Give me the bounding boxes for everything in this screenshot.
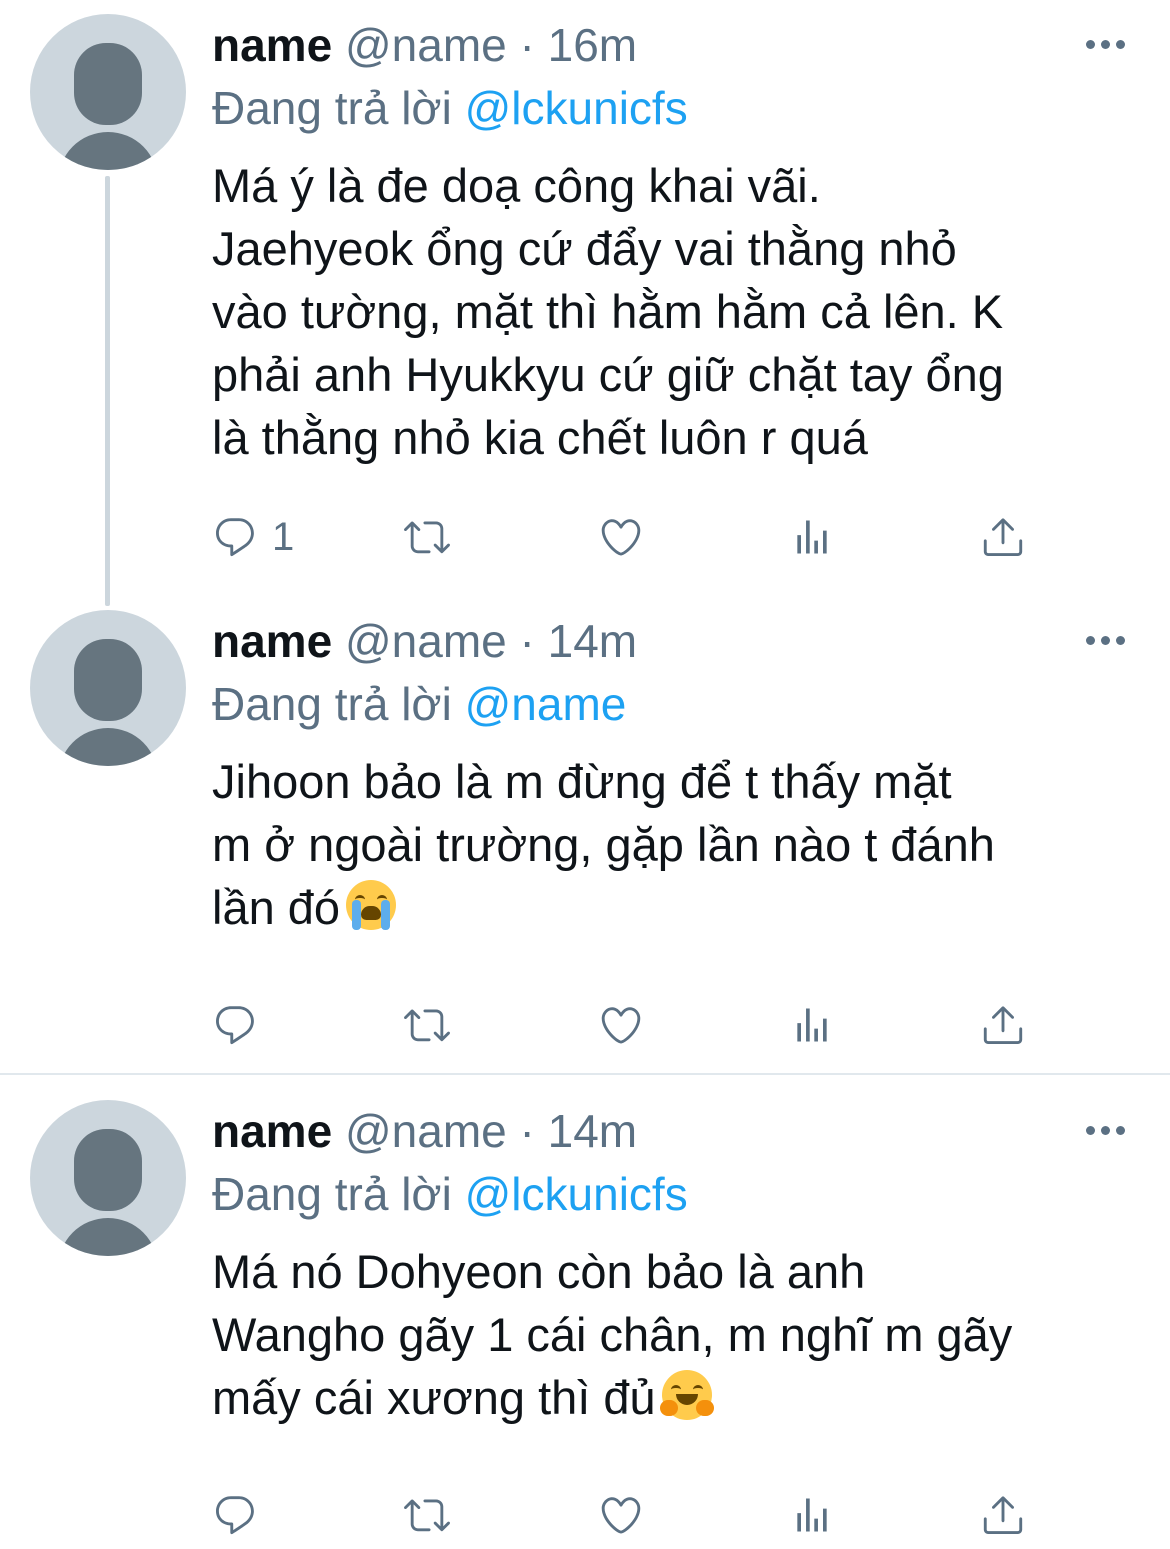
share-button[interactable] — [980, 1490, 1026, 1540]
thread-line — [105, 176, 110, 606]
avatar-body — [58, 132, 158, 170]
retweet-icon — [404, 521, 450, 554]
tweet-actions — [212, 1000, 1042, 1050]
display-name[interactable]: name — [212, 615, 332, 667]
separator: · — [519, 19, 535, 71]
tweet-actions: 1 — [212, 512, 1042, 562]
reply-button[interactable] — [212, 1000, 272, 1050]
like-icon — [601, 1007, 641, 1044]
retweet-button[interactable] — [398, 1490, 456, 1540]
like-button[interactable] — [597, 1000, 645, 1050]
replying-to-label: Đang trả lời — [212, 1168, 452, 1220]
replying-to-label: Đang trả lời — [212, 678, 452, 730]
replying-to-handle[interactable]: @name — [465, 678, 627, 730]
more-icon[interactable] — [1086, 1126, 1126, 1138]
avatar[interactable] — [30, 610, 186, 766]
replying-to-handle[interactable]: @lckunicfs — [465, 82, 688, 134]
tweet-header: name @name · 14m — [212, 1104, 637, 1158]
share-icon — [983, 1006, 1023, 1045]
handle[interactable]: @name — [345, 1105, 507, 1157]
timestamp[interactable]: 16m — [548, 19, 637, 71]
reply-icon — [216, 1496, 254, 1535]
retweet-icon — [404, 1009, 450, 1042]
analytics-icon — [797, 1498, 827, 1532]
avatar-body — [58, 1218, 158, 1256]
avatar-head — [74, 639, 142, 721]
loudly-crying-face-icon — [346, 880, 397, 930]
like-button[interactable] — [597, 1490, 645, 1540]
tweet-text: Má nó Dohyeon còn bảo là anh Wangho gãy … — [212, 1240, 1152, 1429]
tweet-text: Jihoon bảo là m đừng để t thấy mặt m ở n… — [212, 750, 1152, 939]
tweet-actions — [212, 1490, 1042, 1540]
reply-icon — [216, 1006, 254, 1045]
replying-to: Đang trả lời @lckunicfs — [212, 80, 688, 136]
avatar-head — [74, 43, 142, 125]
like-icon — [601, 519, 641, 556]
analytics-button[interactable] — [790, 1000, 834, 1050]
like-icon — [601, 1497, 641, 1534]
separator: · — [519, 615, 535, 667]
avatar[interactable] — [30, 1100, 186, 1256]
avatar-head — [74, 1129, 142, 1211]
share-button[interactable] — [980, 1000, 1026, 1050]
analytics-button[interactable] — [790, 1490, 834, 1540]
retweet-button[interactable] — [398, 512, 456, 562]
retweet-button[interactable] — [398, 1000, 456, 1050]
tweet-header: name @name · 14m — [212, 614, 637, 668]
hugging-face-icon — [659, 1370, 714, 1420]
timestamp[interactable]: 14m — [548, 615, 637, 667]
replying-to-handle[interactable]: @lckunicfs — [465, 1168, 688, 1220]
replying-to: Đang trả lời @lckunicfs — [212, 1166, 688, 1222]
reply-button[interactable]: 1 — [212, 512, 294, 562]
avatar[interactable] — [30, 14, 186, 170]
avatar-body — [58, 728, 158, 766]
tweet-text: Má ý là đe doạ công khai vãi. Jaehyeok ổ… — [212, 159, 1004, 464]
timestamp[interactable]: 14m — [548, 1105, 637, 1157]
handle[interactable]: @name — [345, 19, 507, 71]
tweet-text-content: Jihoon bảo là m đừng để t thấy mặt m ở n… — [212, 755, 995, 934]
tweet-text-content: Má nó Dohyeon còn bảo là anh Wangho gãy … — [212, 1245, 1013, 1424]
share-button[interactable] — [980, 512, 1026, 562]
reply-button[interactable] — [212, 1490, 272, 1540]
separator: · — [519, 1105, 535, 1157]
retweet-icon — [404, 1499, 450, 1532]
more-icon[interactable] — [1086, 40, 1126, 52]
analytics-button[interactable] — [790, 512, 834, 562]
more-icon[interactable] — [1086, 636, 1126, 648]
like-button[interactable] — [597, 512, 645, 562]
reply-icon — [216, 518, 254, 557]
replying-to-label: Đang trả lời — [212, 82, 452, 134]
share-icon — [983, 1496, 1023, 1535]
analytics-icon — [797, 1008, 827, 1042]
display-name[interactable]: name — [212, 1105, 332, 1157]
replying-to: Đang trả lời @name — [212, 676, 626, 732]
handle[interactable]: @name — [345, 615, 507, 667]
reply-count: 1 — [272, 515, 295, 559]
tweet-divider — [0, 1073, 1170, 1075]
display-name[interactable]: name — [212, 19, 332, 71]
tweet-header: name @name · 16m — [212, 18, 637, 72]
analytics-icon — [797, 520, 827, 554]
share-icon — [983, 518, 1023, 557]
